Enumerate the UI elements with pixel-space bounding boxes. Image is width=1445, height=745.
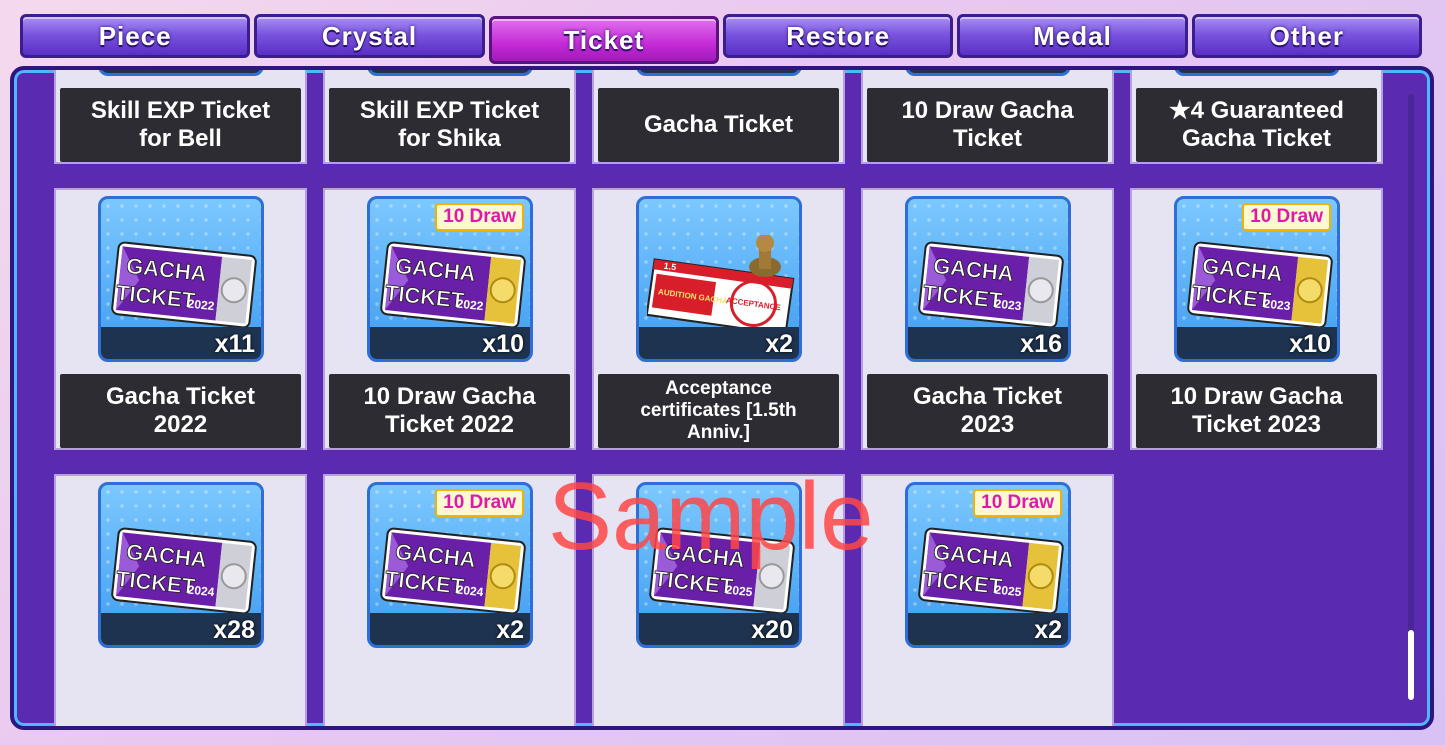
item-thumbnail: x1 xyxy=(1174,70,1340,76)
gacha-ticket-icon: GACHA TICKET 2023 xyxy=(918,241,1064,329)
ticket-year: 2024 xyxy=(187,583,215,600)
item-name: Acceptance certificates [1.5th Anniv.] xyxy=(598,374,839,448)
item-thumbnail: GACHA TICKET 2024 x28 xyxy=(98,482,264,648)
item-thumbnail: 1.5 AUDITION GACHA ACCEPTANCE x2 xyxy=(636,196,802,362)
acceptance-certificate-icon: 1.5 AUDITION GACHA ACCEPTANCE xyxy=(647,235,795,335)
gacha-ticket-icon: GACHA TICKET 2022 xyxy=(380,241,526,329)
scrollbar-thumb[interactable] xyxy=(1408,630,1414,700)
item-quantity: x1 xyxy=(227,70,255,73)
item-quantity: x10 xyxy=(1289,330,1331,358)
item-card[interactable]: x1 Skill EXP Ticket for Bell xyxy=(54,70,307,164)
ten-draw-badge: 10 Draw xyxy=(435,203,524,231)
acceptance-top: 1.5 xyxy=(663,261,677,273)
item-quantity: x2 xyxy=(496,616,524,644)
item-name: Skill EXP Ticket for Bell xyxy=(60,88,301,162)
item-name: 10 Draw Gacha Ticket xyxy=(867,88,1108,162)
ticket-year: 2022 xyxy=(456,297,484,314)
tab-other[interactable]: Other xyxy=(1191,14,1422,58)
item-panel: x1 Skill EXP Ticket for Bell x1 Skill EX… xyxy=(10,66,1434,730)
item-quantity: x1 xyxy=(1303,70,1331,73)
item-name: Skill EXP Ticket for Shika xyxy=(329,88,570,162)
tab-medal[interactable]: Medal xyxy=(957,14,1188,58)
ten-draw-badge: 10 Draw xyxy=(435,489,524,517)
item-quantity: x1 xyxy=(496,70,524,73)
item-card[interactable]: GACHA TICKET 2023 10 Draw x10 10 Draw Ga… xyxy=(1130,188,1383,450)
item-thumbnail: GACHA TICKET 2025 10 Draw x2 xyxy=(905,482,1071,648)
item-quantity: x16 xyxy=(1020,330,1062,358)
item-card[interactable]: GACHA TICKET 2022 x11 Gacha Ticket 2022 xyxy=(54,188,307,450)
item-thumbnail: GACHA TICKET 2023 x16 xyxy=(905,196,1071,362)
ticket-year: 2022 xyxy=(187,297,215,314)
item-quantity: x1 xyxy=(1034,70,1062,73)
item-card[interactable]: x31 Gacha Ticket xyxy=(592,70,845,164)
tab-crystal[interactable]: Crystal xyxy=(254,14,485,58)
item-card[interactable]: GACHA TICKET 2025 x20 xyxy=(592,474,845,726)
scrollbar-track[interactable] xyxy=(1408,94,1414,700)
item-quantity: x20 xyxy=(751,616,793,644)
ten-draw-badge: 10 Draw xyxy=(973,489,1062,517)
item-quantity: x28 xyxy=(213,616,255,644)
item-name: Gacha Ticket 2022 xyxy=(60,374,301,448)
item-quantity: x10 xyxy=(482,330,524,358)
item-thumbnail: GACHA TICKET 2023 10 Draw x10 xyxy=(1174,196,1340,362)
item-thumbnail: x1 xyxy=(905,70,1071,76)
item-thumbnail: GACHA TICKET 2024 10 Draw x2 xyxy=(367,482,533,648)
item-card[interactable]: x1 Skill EXP Ticket for Shika xyxy=(323,70,576,164)
item-grid: x1 Skill EXP Ticket for Bell x1 Skill EX… xyxy=(54,70,1394,726)
tab-restore[interactable]: Restore xyxy=(722,14,954,58)
item-card[interactable]: GACHA TICKET 2025 10 Draw x2 xyxy=(861,474,1114,726)
item-card[interactable]: 1.5 AUDITION GACHA ACCEPTANCE x2 Accepta… xyxy=(592,188,845,450)
item-quantity: x2 xyxy=(1034,616,1062,644)
gacha-ticket-icon: GACHA TICKET 2025 xyxy=(649,527,795,615)
item-thumbnail: x1 xyxy=(367,70,533,76)
item-thumbnail: x1 xyxy=(98,70,264,76)
ticket-year: 2025 xyxy=(725,583,753,600)
category-tabs: Piece Crystal Ticket Restore Medal Other xyxy=(20,14,1422,64)
item-card[interactable]: GACHA TICKET 2024 10 Draw x2 xyxy=(323,474,576,726)
item-quantity: x31 xyxy=(751,70,793,73)
item-name: 10 Draw Gacha Ticket 2022 xyxy=(329,374,570,448)
item-name: 10 Draw Gacha Ticket 2023 xyxy=(1136,374,1377,448)
gacha-ticket-icon: GACHA TICKET 2022 xyxy=(111,241,257,329)
item-name: Gacha Ticket xyxy=(598,88,839,162)
item-quantity: x2 xyxy=(765,330,793,358)
item-thumbnail: GACHA TICKET 2022 x11 xyxy=(98,196,264,362)
item-card[interactable]: GACHA TICKET 2024 x28 xyxy=(54,474,307,726)
ten-draw-badge: 10 Draw xyxy=(1242,203,1331,231)
ticket-year: 2025 xyxy=(994,583,1022,600)
item-card[interactable]: GACHA TICKET 2022 10 Draw x10 10 Draw Ga… xyxy=(323,188,576,450)
item-thumbnail: GACHA TICKET 2022 10 Draw x10 xyxy=(367,196,533,362)
item-name: ★4 Guaranteed Gacha Ticket xyxy=(1136,88,1377,162)
ticket-year: 2023 xyxy=(994,297,1022,314)
item-card[interactable]: x1 10 Draw Gacha Ticket xyxy=(861,70,1114,164)
ticket-year: 2023 xyxy=(1263,297,1291,314)
gacha-ticket-icon: GACHA TICKET 2025 xyxy=(918,527,1064,615)
tab-ticket[interactable]: Ticket xyxy=(488,16,719,64)
item-card[interactable]: x1 ★4 Guaranteed Gacha Ticket xyxy=(1130,70,1383,164)
ticket-year: 2024 xyxy=(456,583,484,600)
gacha-ticket-icon: GACHA TICKET 2023 xyxy=(1187,241,1333,329)
item-card[interactable]: GACHA TICKET 2023 x16 Gacha Ticket 2023 xyxy=(861,188,1114,450)
gacha-ticket-icon: GACHA TICKET 2024 xyxy=(380,527,526,615)
item-thumbnail: x31 xyxy=(636,70,802,76)
tab-piece[interactable]: Piece xyxy=(20,14,251,58)
item-quantity: x11 xyxy=(214,330,255,358)
gacha-ticket-icon: GACHA TICKET 2024 xyxy=(111,527,257,615)
item-thumbnail: GACHA TICKET 2025 x20 xyxy=(636,482,802,648)
item-name: Gacha Ticket 2023 xyxy=(867,374,1108,448)
